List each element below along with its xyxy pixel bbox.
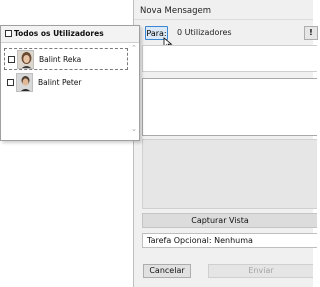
optional-task-field[interactable]: Tarefa Opcional: Nenhuma [142,233,317,248]
user-name: Balint Peter [38,78,82,87]
avatar [16,73,33,92]
dialog-title: Nova Mensagem [140,6,211,16]
select-all-label[interactable]: Todos os Utilizadores [14,29,104,38]
user-list-item[interactable]: Balint Reka [4,48,128,70]
scroll-down-icon[interactable]: ⌄ [130,125,138,133]
user-list-item[interactable]: Balint Peter [4,72,128,94]
scroll-up-icon[interactable]: ⌃ [130,44,138,52]
subject-field[interactable] [142,45,317,72]
user-selection-popup: Todos os Utilizadores Balint Reka Balint… [0,25,140,141]
avatar [17,50,34,69]
recipients-count: 0 Utilizadores [177,28,232,37]
user-photo-icon [17,74,32,91]
view-preview-area [142,139,317,209]
capture-view-button[interactable]: Capturar Vista [142,213,317,228]
new-message-dialog: Nova Mensagem Para: 0 Utilizadores ! Cap… [133,0,318,287]
message-body-textarea[interactable] [142,78,317,136]
cancel-button[interactable]: Cancelar [143,264,191,278]
user-checkbox[interactable] [8,56,15,63]
send-button: Enviar [208,264,313,278]
user-name: Balint Reka [39,55,82,64]
user-photo-icon [18,51,33,68]
select-all-checkbox[interactable] [5,30,12,37]
user-checkbox[interactable] [7,79,14,86]
title-divider [134,19,313,20]
priority-button[interactable]: ! [304,26,318,40]
popup-header: Todos os Utilizadores [1,26,139,43]
